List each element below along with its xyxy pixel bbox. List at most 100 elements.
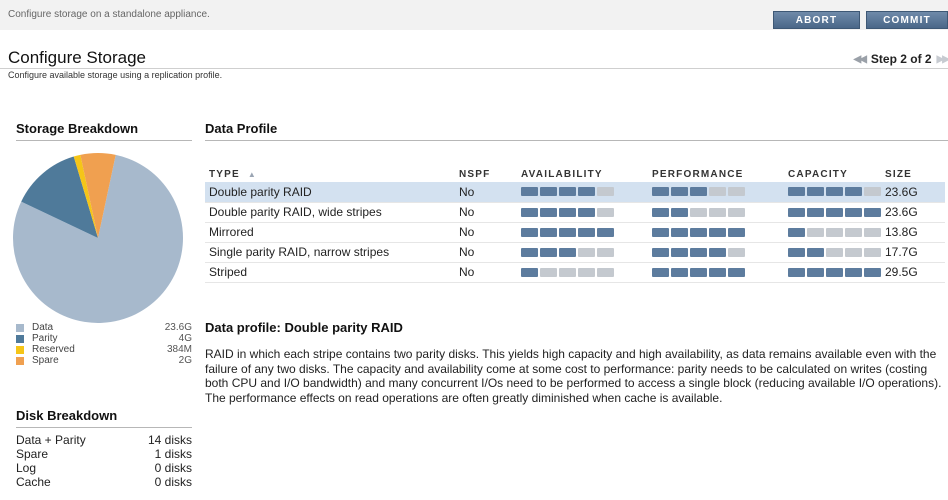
performance-cell <box>648 242 784 263</box>
page-description: Configure available storage using a repl… <box>8 70 223 80</box>
storage-breakdown-title: Storage Breakdown <box>16 121 139 136</box>
profile-nspf: No <box>455 262 517 283</box>
data-profile-title: Data Profile <box>205 121 278 136</box>
capacity-cell <box>784 202 881 223</box>
column-header-nspf[interactable]: NSPF <box>455 166 517 182</box>
rating-segment <box>864 267 881 277</box>
capacity-rating <box>788 187 881 197</box>
rating-segment <box>788 207 805 217</box>
profile-nspf: No <box>455 202 517 223</box>
rating-segment <box>807 207 824 217</box>
column-header-label: TYPE <box>209 168 240 180</box>
rating-segment <box>597 207 614 217</box>
legend-swatch <box>16 345 24 354</box>
rating-segment <box>521 207 538 217</box>
performance-rating <box>652 207 784 217</box>
performance-cell <box>648 182 784 203</box>
availability-cell <box>517 182 648 203</box>
legend-label: Reserved <box>32 344 75 355</box>
legend-label: Data <box>32 322 54 333</box>
rating-segment <box>652 227 669 237</box>
storage-pie-chart <box>12 152 184 324</box>
legend-swatch <box>16 323 24 332</box>
disk-breakdown-title: Disk Breakdown <box>16 408 118 423</box>
rating-segment <box>709 267 726 277</box>
profile-row[interactable]: Mirrored No 13.8G <box>205 222 945 243</box>
disk-breakdown-row: Log 0 disks <box>16 461 192 475</box>
disk-count: 0 disks <box>154 475 192 489</box>
rating-segment <box>728 247 745 257</box>
rating-segment <box>559 207 576 217</box>
rating-segment <box>652 267 669 277</box>
legend-value: 384M <box>166 344 192 355</box>
rating-segment <box>597 227 614 237</box>
profile-size: 17.7G <box>881 242 945 263</box>
legend-item: Spare 2G <box>16 355 192 366</box>
rating-segment <box>540 247 557 257</box>
column-header-capacity[interactable]: CAPACITY <box>784 166 881 182</box>
rating-segment <box>652 187 669 197</box>
rating-segment <box>826 207 843 217</box>
column-header-type[interactable]: TYPE ▲ <box>205 166 455 182</box>
capacity-cell <box>784 222 881 243</box>
rating-segment <box>826 187 843 197</box>
profile-row[interactable]: Striped No 29.5G <box>205 262 945 283</box>
profile-row[interactable]: Single parity RAID, narrow stripes No 17.7… <box>205 242 945 263</box>
profile-row[interactable]: Double parity RAID, wide stripes No 23.6G <box>205 202 945 223</box>
legend-swatch <box>16 356 24 365</box>
profile-type: Striped <box>205 262 455 283</box>
profile-detail-title: Data profile: Double parity RAID <box>205 320 403 335</box>
rating-segment <box>709 247 726 257</box>
rating-segment <box>671 187 688 197</box>
legend-value: 23.6G <box>164 322 192 333</box>
profile-row[interactable]: Double parity RAID No 23.6G <box>205 182 945 203</box>
rating-segment <box>845 227 862 237</box>
profile-type: Double parity RAID, wide stripes <box>205 202 455 223</box>
rating-segment <box>690 227 707 237</box>
rating-segment <box>690 187 707 197</box>
profile-size: 23.6G <box>881 182 945 203</box>
disk-label: Spare <box>16 447 49 461</box>
rating-segment <box>845 207 862 217</box>
rating-segment <box>578 207 595 217</box>
rating-segment <box>728 227 745 237</box>
performance-cell <box>648 202 784 223</box>
rating-segment <box>521 247 538 257</box>
rating-segment <box>540 227 557 237</box>
performance-rating <box>652 227 784 237</box>
rating-segment <box>578 267 595 277</box>
profile-nspf: No <box>455 242 517 263</box>
rating-segment <box>864 227 881 237</box>
column-header-performance[interactable]: PERFORMANCE <box>648 166 784 182</box>
rating-segment <box>690 267 707 277</box>
legend-label: Parity <box>32 333 58 344</box>
column-header-size[interactable]: SIZE <box>881 166 945 182</box>
rating-segment <box>788 247 805 257</box>
rating-segment <box>521 227 538 237</box>
legend-item: Reserved 384M <box>16 344 192 355</box>
rating-segment <box>864 187 881 197</box>
rating-segment <box>728 187 745 197</box>
commit-button[interactable]: COMMIT <box>866 11 948 29</box>
capacity-cell <box>784 182 881 203</box>
disk-label: Data + Parity <box>16 433 86 447</box>
previous-step-icon[interactable]: ◀◀ <box>854 54 867 65</box>
storage-legend: Data 23.6G Parity 4G Reserved 384M Spare 2G <box>16 322 192 366</box>
performance-rating <box>652 267 784 277</box>
rating-segment <box>578 187 595 197</box>
performance-cell <box>648 262 784 283</box>
abort-button[interactable]: ABORT <box>773 11 860 29</box>
rating-segment <box>864 247 881 257</box>
rating-segment <box>709 207 726 217</box>
rating-segment <box>826 267 843 277</box>
rating-segment <box>540 187 557 197</box>
rating-segment <box>578 227 595 237</box>
disk-breakdown-row: Spare 1 disks <box>16 447 192 461</box>
rating-segment <box>826 227 843 237</box>
table-header-row: TYPE ▲ NSPF AVAILABILITY PERFORMANCE CAP… <box>205 166 945 182</box>
disk-label: Cache <box>16 475 51 489</box>
column-header-availability[interactable]: AVAILABILITY <box>517 166 648 182</box>
rating-segment <box>597 247 614 257</box>
title-divider <box>0 68 948 69</box>
legend-value: 2G <box>178 355 192 366</box>
